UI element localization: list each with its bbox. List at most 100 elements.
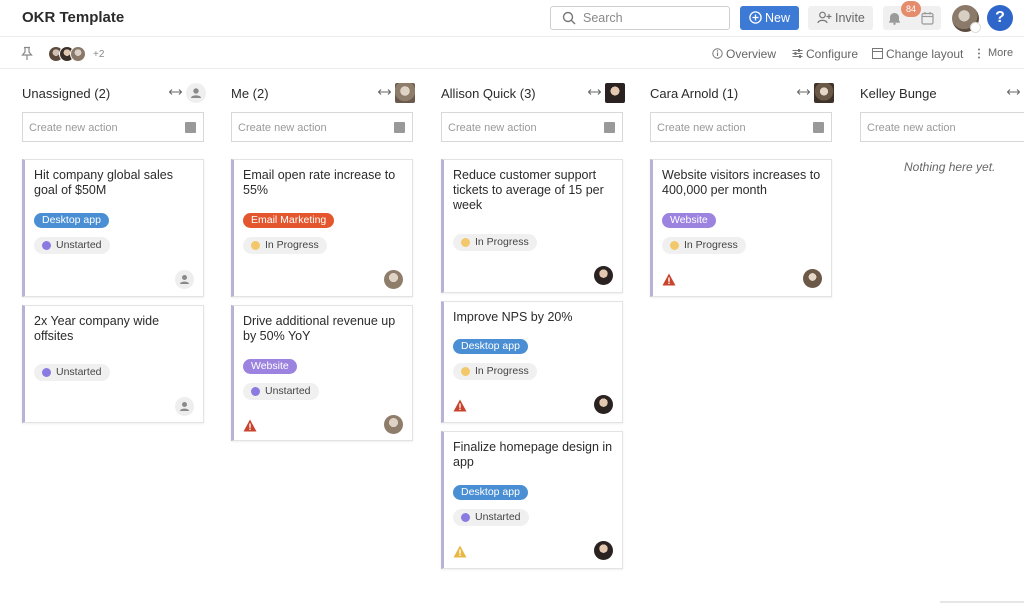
action-card[interactable]: Reduce customer support tickets to avera…: [441, 159, 623, 293]
invite-button[interactable]: Invite: [808, 6, 873, 30]
new-button-label: New: [765, 11, 791, 25]
notification-badge: 84: [901, 1, 921, 17]
column-avatar: [814, 83, 834, 103]
warning-icon[interactable]: [662, 273, 676, 286]
expand-arrows-icon[interactable]: [169, 88, 182, 96]
empty-state-text: Nothing here yet.: [904, 160, 996, 174]
help-button[interactable]: ?: [987, 5, 1013, 31]
status-label: Unstarted: [56, 366, 102, 378]
unassigned-user-icon: [186, 83, 206, 103]
avatar-status-icon: [970, 22, 981, 33]
status-badge[interactable]: In Progress: [453, 363, 537, 380]
search-icon: [562, 11, 576, 25]
user-avatar[interactable]: [952, 5, 981, 33]
action-card[interactable]: Website visitors increases to 400,000 pe…: [650, 159, 832, 297]
unassigned-user-icon[interactable]: [175, 270, 194, 289]
status-badge[interactable]: Unstarted: [453, 509, 529, 526]
status-badge[interactable]: In Progress: [662, 237, 746, 254]
tag-badge[interactable]: Desktop app: [453, 485, 528, 500]
tag-badge[interactable]: Website: [243, 359, 297, 374]
create-action-box[interactable]: [441, 112, 623, 142]
card-title: Website visitors increases to 400,000 pe…: [662, 168, 821, 197]
column-title: Allison Quick (3): [441, 86, 536, 101]
expand-arrows-icon[interactable]: [588, 88, 601, 96]
column-title: Cara Arnold (1): [650, 86, 739, 101]
square-icon[interactable]: [813, 122, 824, 133]
status-dot-icon: [42, 368, 51, 377]
create-action-input[interactable]: [867, 121, 1017, 135]
search-box[interactable]: [550, 6, 730, 30]
action-card[interactable]: Finalize homepage design in app Desktop …: [441, 431, 623, 569]
square-icon[interactable]: [604, 122, 615, 133]
column-title: Me (2): [231, 86, 269, 101]
action-card[interactable]: Email open rate increase to 55% Email Ma…: [231, 159, 413, 297]
square-icon[interactable]: [394, 122, 405, 133]
info-icon: [712, 48, 723, 59]
more-label: More: [988, 47, 1014, 59]
overview-label: Overview: [726, 47, 777, 61]
create-action-box[interactable]: [22, 112, 204, 142]
tag-badge[interactable]: Email Marketing: [243, 213, 335, 228]
card-title: 2x Year company wide offsites: [34, 314, 160, 343]
status-dot-icon: [670, 241, 679, 250]
pin-icon[interactable]: [20, 46, 34, 61]
create-action-box[interactable]: [231, 112, 413, 142]
board-column-cara-arnold: Cara Arnold (1) Website visitors increas…: [650, 69, 834, 309]
card-title: Finalize homepage design in app: [453, 440, 613, 469]
more-members-count[interactable]: +2: [93, 49, 104, 60]
warning-icon[interactable]: [453, 399, 467, 412]
warning-icon[interactable]: [243, 419, 257, 432]
status-label: Unstarted: [56, 239, 102, 251]
warning-icon[interactable]: [453, 545, 467, 558]
more-menu[interactable]: More: [976, 47, 1016, 61]
assignee-avatar[interactable]: [594, 395, 613, 414]
status-badge[interactable]: In Progress: [453, 234, 537, 251]
assignee-avatar[interactable]: [803, 269, 822, 288]
status-badge[interactable]: Unstarted: [34, 237, 110, 254]
assignee-avatar[interactable]: [594, 266, 613, 285]
card-title: Reduce customer support tickets to avera…: [453, 168, 604, 212]
card-title: Email open rate increase to 55%: [243, 168, 396, 197]
assignee-avatar[interactable]: [384, 415, 403, 434]
assignee-avatar[interactable]: [594, 541, 613, 560]
action-card[interactable]: Improve NPS by 20% Desktop app In Progre…: [441, 301, 623, 423]
create-action-input[interactable]: [657, 121, 807, 135]
tag-badge[interactable]: Website: [662, 213, 716, 228]
tag-badge[interactable]: Desktop app: [453, 339, 528, 354]
new-button[interactable]: New: [740, 6, 799, 30]
status-badge[interactable]: Unstarted: [34, 364, 110, 381]
action-card[interactable]: 2x Year company wide offsites Unstarted: [22, 305, 204, 423]
expand-arrows-icon[interactable]: [797, 88, 810, 96]
assignee-avatar[interactable]: [384, 270, 403, 289]
horizontal-scrollbar[interactable]: [940, 601, 1024, 603]
status-badge[interactable]: In Progress: [243, 237, 327, 254]
configure-link[interactable]: Configure: [792, 47, 860, 61]
create-action-input[interactable]: [448, 121, 598, 135]
search-input[interactable]: [583, 10, 723, 26]
expand-arrows-icon[interactable]: [378, 88, 391, 96]
create-action-box[interactable]: [650, 112, 832, 142]
change-layout-link[interactable]: Change layout: [872, 47, 967, 61]
plus-circle-icon: [749, 11, 762, 24]
board-column-unassigned: Unassigned (2) Hit company global sales …: [22, 69, 206, 449]
action-card[interactable]: Drive additional revenue up by 50% YoY W…: [231, 305, 413, 441]
bell-icon[interactable]: [888, 11, 901, 25]
status-dot-icon: [42, 241, 51, 250]
create-action-input[interactable]: [238, 121, 388, 135]
status-label: In Progress: [265, 239, 319, 251]
create-action-box[interactable]: [860, 112, 1024, 142]
status-dot-icon: [461, 513, 470, 522]
tag-badge[interactable]: Desktop app: [34, 213, 109, 228]
status-dot-icon: [251, 241, 260, 250]
calendar-icon[interactable]: [921, 11, 934, 25]
action-card[interactable]: Hit company global sales goal of $50M De…: [22, 159, 204, 297]
card-title: Hit company global sales goal of $50M: [34, 168, 173, 197]
overview-link[interactable]: Overview: [712, 47, 780, 61]
column-title: Kelley Bunge: [860, 86, 937, 101]
status-badge[interactable]: Unstarted: [243, 383, 319, 400]
square-icon[interactable]: [185, 122, 196, 133]
expand-arrows-icon[interactable]: [1007, 88, 1020, 96]
more-vertical-icon: [978, 48, 980, 59]
unassigned-user-icon[interactable]: [175, 397, 194, 416]
create-action-input[interactable]: [29, 121, 179, 135]
